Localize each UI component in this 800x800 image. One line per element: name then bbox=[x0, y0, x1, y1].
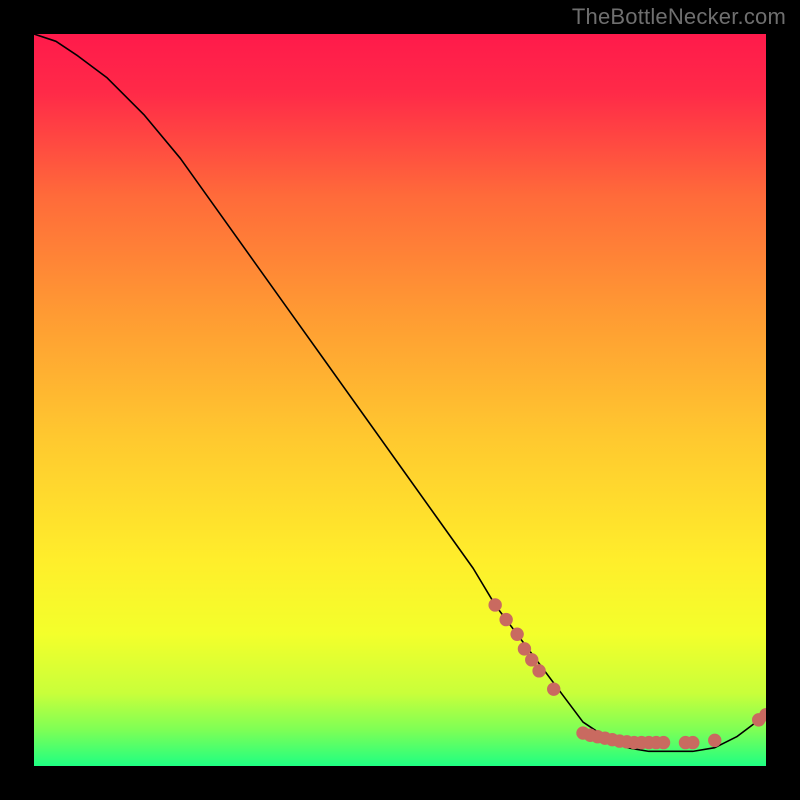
data-point-p2 bbox=[500, 613, 512, 625]
data-point-p3 bbox=[511, 628, 523, 640]
data-point-p22 bbox=[709, 734, 721, 746]
data-point-p19 bbox=[657, 736, 669, 748]
data-point-p4 bbox=[518, 643, 530, 655]
watermark-label: TheBottleNecker.com bbox=[572, 4, 786, 30]
gradient-background bbox=[34, 34, 766, 766]
data-point-p1 bbox=[489, 599, 501, 611]
data-point-p21 bbox=[687, 736, 699, 748]
chart-svg bbox=[34, 34, 766, 766]
data-point-p6 bbox=[533, 665, 545, 677]
chart-stage: TheBottleNecker.com bbox=[0, 0, 800, 800]
data-point-p5 bbox=[526, 654, 538, 666]
data-point-p7 bbox=[548, 683, 560, 695]
plot-area bbox=[34, 34, 766, 766]
